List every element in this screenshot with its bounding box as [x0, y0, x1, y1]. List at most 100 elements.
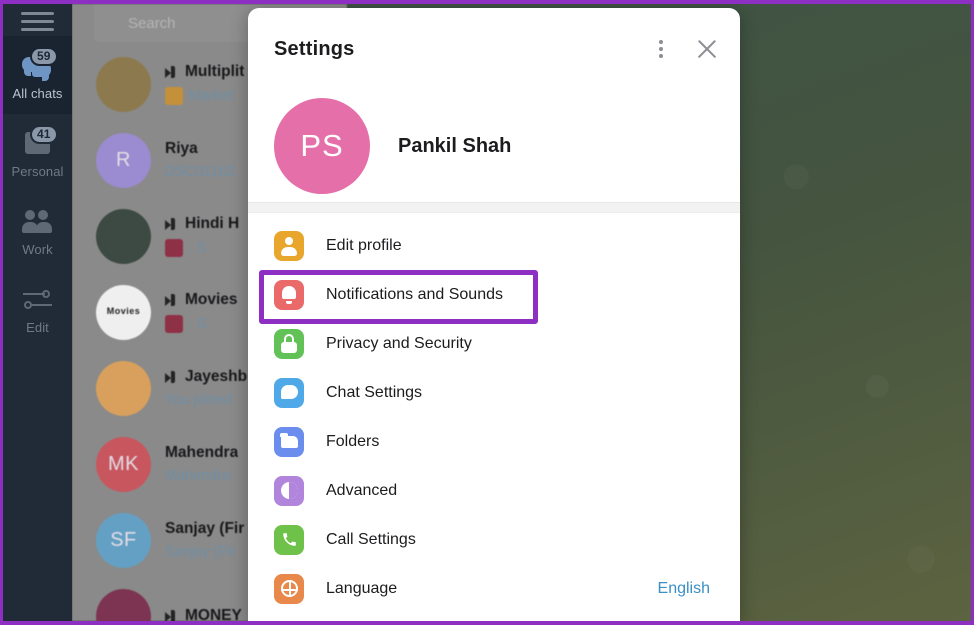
menu-item-label: Advanced — [326, 481, 398, 499]
hamburger-line — [21, 11, 54, 15]
telegram-desktop-window: 59 All chats 41 Personal Work Edit Searc… — [0, 0, 974, 625]
muted-icon — [165, 218, 179, 230]
menu-item-call-settings[interactable]: Call Settings — [248, 515, 740, 564]
menu-item-label: Privacy and Security — [326, 334, 472, 352]
rail-label: Work — [22, 241, 53, 257]
chat-subtitle: . S — [189, 240, 207, 256]
chat-subtitle-row: Mahendra — [165, 468, 238, 484]
menu-item-label: Notifications and Sounds — [326, 285, 503, 303]
kebab-dot — [659, 40, 663, 44]
chat-title-row: Mahendra — [165, 444, 238, 462]
chat-title: Riya — [165, 140, 198, 157]
settings-dialog: Settings PS Pankil Shah Edit profile Not… — [248, 8, 740, 621]
page-title: Settings — [274, 37, 355, 60]
rail-label: Personal — [11, 163, 64, 179]
menu-item-privacy-and-security[interactable]: Privacy and Security — [248, 319, 740, 368]
chat-bubble-icon — [274, 377, 304, 408]
settings-menu: Edit profile Notifications and Sounds Pr… — [248, 213, 740, 613]
menu-item-label: Call Settings — [326, 530, 416, 548]
hamburger-line — [21, 19, 54, 23]
chat-subtitle: DSC01162. — [165, 164, 239, 180]
rail-badge: 41 — [29, 124, 58, 144]
rail-item-work[interactable]: Work — [3, 192, 72, 270]
hamburger-line — [21, 27, 54, 31]
hamburger-icon[interactable] — [21, 8, 54, 34]
avatar — [96, 56, 151, 112]
people-icon — [21, 207, 55, 239]
chat-subtitle: . S — [189, 316, 207, 332]
kebab-dot — [659, 47, 663, 51]
muted-icon — [165, 610, 179, 621]
avatar: SF — [96, 512, 151, 568]
avatar — [96, 208, 151, 264]
chat-title-row: Movies — [165, 291, 238, 309]
menu-item-language[interactable]: Language English — [248, 564, 740, 613]
chat-title-row: Multiplit — [165, 63, 244, 81]
message-thumbnail — [165, 315, 183, 333]
avatar: R — [96, 132, 151, 188]
rail-badge: 59 — [29, 46, 58, 66]
more-vertical-icon[interactable] — [650, 37, 672, 61]
chat-title-row: Hindi H — [165, 215, 239, 233]
chat-subtitle: Mahendra — [165, 468, 231, 484]
menu-item-notifications-and-sounds[interactable]: Notifications and Sounds — [248, 270, 740, 319]
chat-subtitle: You joined — [165, 392, 233, 408]
avatar — [96, 588, 151, 621]
menu-item-advanced[interactable]: Advanced — [248, 466, 740, 515]
chat-subtitle: Sanjay (Fir — [165, 544, 236, 560]
globe-icon — [274, 573, 304, 604]
sliders-icon — [21, 285, 55, 317]
kebab-dot — [659, 54, 663, 58]
chat-title: Hindi H — [185, 215, 240, 232]
phone-glyph — [282, 533, 296, 546]
menu-item-label: Language — [326, 579, 398, 597]
chat-title-row: MONEY — [165, 607, 242, 621]
rail-label: All chats — [12, 85, 63, 101]
chat-title-row: Sanjay (Fir — [165, 520, 244, 538]
muted-icon — [165, 66, 179, 78]
chat-subtitle-row: You joined — [165, 392, 247, 408]
avatar: PS — [274, 98, 370, 194]
chat-subtitle-row: DSC01162. — [165, 164, 239, 180]
chat-title: Movies — [185, 291, 238, 308]
chats-icon: 59 — [21, 46, 58, 83]
chat-subtitle-row: Market — [165, 87, 244, 105]
menu-item-label: Folders — [326, 432, 380, 450]
avatar: Movies — [96, 284, 151, 340]
rail-item-edit[interactable]: Edit — [3, 270, 72, 348]
muted-icon — [165, 371, 179, 383]
folder-icon: 41 — [21, 124, 58, 161]
close-icon[interactable] — [694, 36, 720, 62]
chat-title: Multiplit — [185, 63, 245, 80]
menu-item-edit-profile[interactable]: Edit profile — [248, 221, 740, 270]
chat-subtitle-row: . S — [165, 239, 239, 257]
avatar: MK — [96, 436, 151, 492]
chat-title: Jayeshb — [185, 368, 248, 385]
menu-item-folders[interactable]: Folders — [248, 417, 740, 466]
folder-icon — [274, 426, 304, 457]
profile-section[interactable]: PS Pankil Shah — [248, 90, 740, 202]
menu-item-label: Chat Settings — [326, 383, 423, 401]
avatar — [96, 360, 151, 416]
advanced-icon — [274, 475, 304, 506]
section-divider — [248, 202, 740, 213]
bell-icon — [274, 279, 304, 310]
rail-item-all-chats[interactable]: 59 All chats — [3, 36, 72, 114]
chat-subtitle: Market — [189, 88, 234, 104]
rail-label: Edit — [26, 319, 49, 335]
rail-item-personal[interactable]: 41 Personal — [3, 114, 72, 192]
chat-title-row: Riya — [165, 140, 239, 158]
dialog-header: Settings — [248, 8, 740, 90]
lock-icon — [274, 328, 304, 359]
chat-subtitle-row: Sanjay (Fir — [165, 544, 244, 560]
dialog-header-actions — [650, 36, 720, 62]
phone-icon — [274, 524, 304, 555]
message-thumbnail — [165, 239, 183, 257]
muted-icon — [165, 294, 179, 306]
menu-item-chat-settings[interactable]: Chat Settings — [248, 368, 740, 417]
menu-item-label: Edit profile — [326, 236, 402, 254]
menu-item-value: English — [657, 579, 710, 597]
chat-title-row: Jayeshb — [165, 368, 247, 386]
nav-rail: 59 All chats 41 Personal Work Edit — [3, 4, 72, 621]
profile-name: Pankil Shah — [398, 134, 512, 157]
